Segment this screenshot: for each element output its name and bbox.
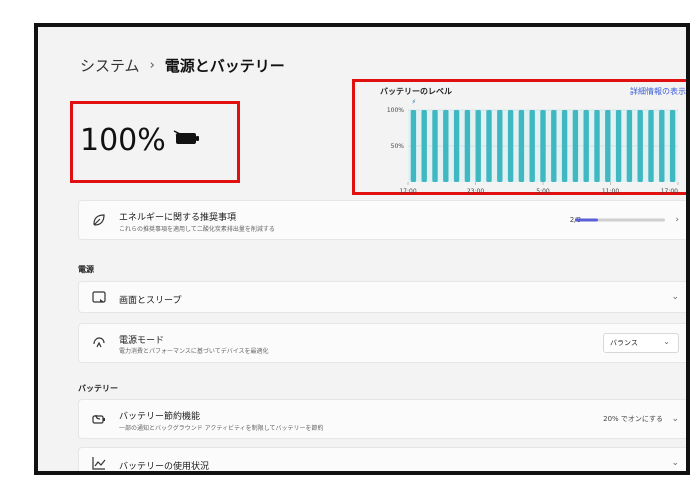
chart-x-tick-label: 5:00 <box>536 188 550 195</box>
battery-saver-subtitle: 一部の通知とバックグラウンド アクティビティを制限してバッテリーを節約 <box>119 425 324 432</box>
chart-bar <box>637 110 643 182</box>
battery-level-chart: バッテリーのレベル 詳細情報の表示 100% 50% ⚡ 17:00 23:00 5:00… <box>356 82 686 198</box>
chart-bar <box>561 110 568 182</box>
chart-x-tick-label: 23:00 <box>467 188 484 195</box>
page-title: 電源とバッテリー <box>164 57 285 75</box>
power-mode-subtitle: 電力消費とパフォーマンスに基づいてデバイスを最適化 <box>119 348 269 355</box>
leaf-icon <box>91 212 107 228</box>
chart-bar <box>410 110 417 182</box>
chart-bar <box>443 110 449 182</box>
chart-bar <box>551 110 557 182</box>
chart-plot: 100% 50% ⚡ 17:00 23:00 5:00 11:00 17:00 <box>387 98 679 195</box>
energy-subtitle: これらの推奨事項を適用して二酸化炭素排出量を削減する <box>119 226 275 233</box>
power-mode-icon <box>91 335 107 351</box>
chart-bar <box>518 110 525 182</box>
chevron-down-icon: ⌄ <box>663 337 670 346</box>
chart-bar <box>659 110 665 182</box>
battery-percent: 100% <box>80 123 166 158</box>
settings-window: システム › 電源とバッテリー 100% バッテリーのレベル 詳細情報の表示 1… <box>34 23 690 475</box>
battery-saver-title: バッテリー節約機能 <box>119 412 201 422</box>
screen-sleep-icon <box>91 289 107 305</box>
battery-saver-card[interactable]: バッテリー節約機能 一部の通知とバックグラウンド アクティビティを制限してバッテ… <box>78 399 686 439</box>
chart-bar <box>626 110 633 182</box>
chart-bar <box>464 110 471 182</box>
chart-bar <box>572 110 579 182</box>
screen-sleep-title: 画面とスリープ <box>119 296 182 306</box>
chart-charging-marker-icon: ⚡ <box>411 98 416 106</box>
chart-x-tick-label: 11:00 <box>602 188 619 195</box>
chart-x-tick-label: 17:00 <box>661 188 678 195</box>
chart-bar <box>669 110 676 182</box>
chart-bar <box>507 110 514 182</box>
chart-bar <box>594 110 600 182</box>
chevron-right-icon: › <box>675 215 679 225</box>
power-mode-select[interactable]: バランス ⌄ <box>603 333 679 353</box>
power-mode-card: 電源モード 電力消費とパフォーマンスに基づいてデバイスを最適化 バランス ⌄ <box>78 323 686 363</box>
breadcrumb-parent[interactable]: システム <box>80 55 140 76</box>
chart-line-icon <box>91 455 107 471</box>
chart-bar <box>486 110 492 182</box>
chart-bar <box>605 110 611 182</box>
screen-sleep-card[interactable]: 画面とスリープ ⌄ <box>78 281 686 313</box>
chart-bar <box>475 110 481 182</box>
chevron-down-icon: ⌄ <box>671 292 679 302</box>
battery-charging-icon <box>172 130 202 150</box>
breadcrumb-separator: › <box>149 58 155 73</box>
battery-usage-title: バッテリーの使用状況 <box>119 462 210 472</box>
chart-bar <box>540 110 546 182</box>
energy-recommendations-card[interactable]: エネルギーに関する推奨事項 これらの推奨事項を適用して二酸化炭素排出量を削減する… <box>78 200 686 240</box>
chart-bar <box>583 110 589 182</box>
chart-y-tick-label: 50% <box>391 143 405 150</box>
energy-progress-fill <box>575 218 598 222</box>
energy-progress-bar <box>575 218 665 222</box>
chart-bar <box>615 110 622 182</box>
power-mode-title: 電源モード <box>119 336 165 346</box>
breadcrumb: システム › 電源とバッテリー <box>80 55 285 76</box>
chart-bar <box>432 110 438 182</box>
battery-saver-status: 20% でオンにする <box>603 415 663 423</box>
battery-saver-icon <box>91 411 107 427</box>
battery-usage-card[interactable]: バッテリーの使用状況 ⌄ <box>78 447 686 472</box>
power-mode-selected-value: バランス <box>610 339 638 347</box>
energy-title: エネルギーに関する推奨事項 <box>119 213 237 223</box>
settings-content: システム › 電源とバッテリー 100% バッテリーのレベル 詳細情報の表示 1… <box>38 27 686 472</box>
chart-x-tick-label: 17:00 <box>399 188 416 195</box>
chart-bar <box>529 110 535 182</box>
chart-bar <box>648 110 654 182</box>
chart-bar <box>421 110 427 182</box>
chart-y-tick-label: 100% <box>387 107 404 114</box>
chevron-down-icon: ⌄ <box>671 458 679 468</box>
section-power-label: 電源 <box>78 265 94 274</box>
chevron-down-icon: ⌄ <box>671 414 679 424</box>
chart-bar <box>453 110 460 182</box>
section-battery-label: バッテリー <box>78 384 118 393</box>
chart-bar <box>497 110 503 182</box>
